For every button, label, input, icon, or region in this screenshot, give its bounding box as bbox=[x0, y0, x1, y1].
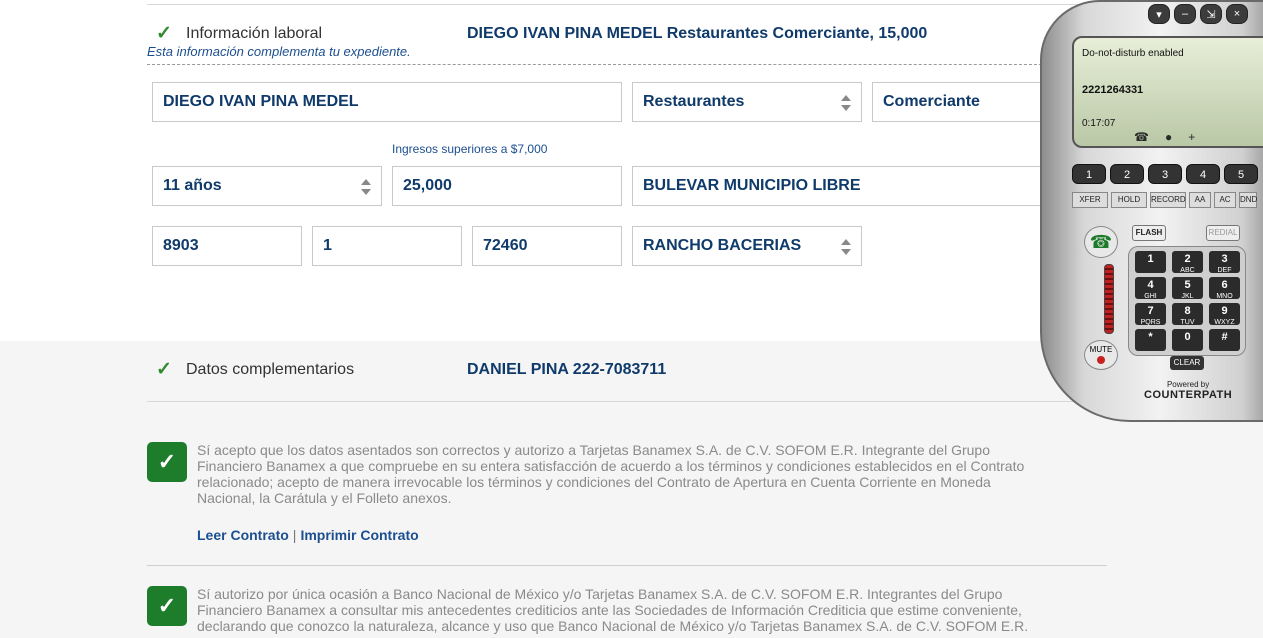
key-5[interactable]: 5 JKL bbox=[1172, 277, 1203, 300]
top-divider bbox=[147, 4, 1107, 5]
check-icon: ✓ bbox=[156, 359, 172, 380]
function-buttons: XFER HOLD RECORD AA AC DND bbox=[1072, 192, 1257, 208]
street-value: BULEVAR MUNICIPIO LIBRE bbox=[643, 177, 861, 194]
zip-value: 72460 bbox=[483, 237, 528, 254]
display-status-icons: ☎ ● + bbox=[1134, 130, 1195, 144]
voicemail-icon: ☎ bbox=[1134, 130, 1149, 144]
link-separator: | bbox=[292, 527, 297, 543]
occupation-value: Comerciante bbox=[883, 93, 980, 110]
ac-button[interactable]: AC bbox=[1214, 192, 1236, 208]
key-hash[interactable]: # bbox=[1209, 329, 1240, 351]
dial-keypad: 1 2 ABC 3 DEF 4 GHI 5 JKL 6 MNO 7 PQRS 8 TUV 9W… bbox=[1128, 246, 1246, 356]
collapse-icon[interactable]: ⇲ bbox=[1200, 4, 1222, 24]
check-icon: ✓ bbox=[156, 23, 172, 44]
contract-links: Leer Contrato | Imprimir Contrato bbox=[197, 527, 419, 543]
employer-input[interactable]: DIEGO IVAN PINA MEDEL bbox=[152, 82, 622, 122]
line-button-3[interactable]: 3 bbox=[1148, 164, 1182, 184]
checkmark-icon: ✓ bbox=[157, 593, 177, 618]
call-button[interactable]: ☎ bbox=[1084, 226, 1118, 258]
key-7[interactable]: 7 PQRS bbox=[1135, 303, 1166, 326]
select-arrows-icon bbox=[841, 239, 851, 255]
presence-icon: ● bbox=[1164, 130, 1173, 144]
dnd-status: Do-not-disturb enabled bbox=[1082, 48, 1184, 59]
seniority-select[interactable]: 11 años bbox=[152, 166, 382, 206]
seniority-value: 11 años bbox=[163, 177, 222, 194]
key-4[interactable]: 4 GHI bbox=[1135, 277, 1166, 300]
complementary-title[interactable]: Datos complementarios bbox=[186, 361, 354, 379]
divider bbox=[147, 401, 1107, 402]
close-icon[interactable]: × bbox=[1226, 4, 1248, 24]
aa-button[interactable]: AA bbox=[1189, 192, 1211, 208]
powered-by-label: Powered by bbox=[1166, 380, 1210, 389]
softphone-display: Do-not-disturb enabled 2221264331 0:17:0… bbox=[1072, 36, 1263, 148]
key-6[interactable]: 6 MNO bbox=[1209, 277, 1240, 300]
accept-terms-text: Sí acepto que los datos asentados son co… bbox=[197, 442, 1025, 506]
zip-input[interactable]: 72460 bbox=[472, 226, 622, 266]
int-number-input[interactable]: 1 bbox=[312, 226, 462, 266]
key-3[interactable]: 3 DEF bbox=[1209, 251, 1240, 274]
ext-number-input[interactable]: 8903 bbox=[152, 226, 302, 266]
credit-check-checkbox[interactable]: ✓ bbox=[147, 586, 187, 626]
mute-button[interactable]: MUTE bbox=[1084, 340, 1118, 370]
softphone-window-controls: ▾ – ⇲ × bbox=[1148, 4, 1248, 24]
volume-slider[interactable] bbox=[1104, 264, 1114, 334]
flash-button[interactable]: FLASH bbox=[1132, 225, 1166, 241]
street-input[interactable]: BULEVAR MUNICIPIO LIBRE bbox=[632, 166, 1072, 206]
industry-select[interactable]: Restaurantes bbox=[632, 82, 862, 122]
divider bbox=[147, 565, 1107, 566]
income-hint: Ingresos superiores a $7,000 bbox=[392, 142, 548, 156]
minimize-icon[interactable]: – bbox=[1174, 4, 1196, 24]
brand-label: COUNTERPATH bbox=[1144, 389, 1233, 401]
line-button-2[interactable]: 2 bbox=[1110, 164, 1144, 184]
income-value: 25,000 bbox=[403, 177, 452, 194]
select-arrows-icon bbox=[361, 179, 371, 195]
record-button[interactable]: RECORD bbox=[1150, 192, 1186, 208]
select-arrows-icon bbox=[841, 95, 851, 111]
checkmark-icon: ✓ bbox=[157, 449, 177, 474]
industry-value: Restaurantes bbox=[643, 93, 745, 110]
read-contract-link[interactable]: Leer Contrato bbox=[197, 527, 289, 543]
print-contract-link[interactable]: Imprimir Contrato bbox=[300, 527, 418, 543]
line-buttons: 1 2 3 4 5 bbox=[1072, 164, 1258, 184]
line-button-5[interactable]: 5 bbox=[1224, 164, 1258, 184]
credit-check-text: Sí autorizo por única ocasión a Banco Na… bbox=[197, 586, 1029, 634]
call-timer: 0:17:07 bbox=[1082, 118, 1116, 129]
ext-number-value: 8903 bbox=[163, 237, 199, 254]
handset-icon: ☎ bbox=[1089, 231, 1113, 252]
work-info-summary: DIEGO IVAN PINA MEDEL Restaurantes Comer… bbox=[467, 25, 928, 42]
neighborhood-select[interactable]: RANCHO BACERIAS bbox=[632, 226, 862, 266]
key-9[interactable]: 9 WXYZ bbox=[1209, 303, 1240, 326]
redial-button[interactable]: REDIAL bbox=[1206, 225, 1240, 241]
key-star[interactable]: * bbox=[1135, 329, 1166, 351]
key-0[interactable]: 0 bbox=[1172, 329, 1203, 351]
menu-dropdown-icon[interactable]: ▾ bbox=[1148, 4, 1170, 24]
dashed-divider bbox=[147, 64, 1067, 65]
work-info-title[interactable]: Información laboral bbox=[186, 25, 322, 43]
mute-led-icon bbox=[1097, 356, 1105, 364]
line-button-1[interactable]: 1 bbox=[1072, 164, 1106, 184]
clear-button[interactable]: CLEAR bbox=[1170, 356, 1204, 370]
work-info-subtitle: Esta información complementa tu expedien… bbox=[147, 44, 411, 59]
xfer-button[interactable]: XFER bbox=[1072, 192, 1108, 208]
counterpath-logo: Powered by COUNTERPATH bbox=[1144, 380, 1232, 401]
line-button-4[interactable]: 4 bbox=[1186, 164, 1220, 184]
key-2[interactable]: 2 ABC bbox=[1172, 251, 1203, 274]
key-1[interactable]: 1 bbox=[1135, 251, 1166, 273]
dialed-number: 2221264331 bbox=[1082, 84, 1144, 96]
key-8[interactable]: 8 TUV bbox=[1172, 303, 1203, 326]
dnd-button[interactable]: DND bbox=[1239, 192, 1257, 208]
accept-terms-checkbox[interactable]: ✓ bbox=[147, 442, 187, 482]
complementary-summary: DANIEL PINA 222-7083711 bbox=[467, 361, 667, 378]
contact-add-icon: + bbox=[1188, 130, 1196, 144]
employer-value: DIEGO IVAN PINA MEDEL bbox=[163, 93, 359, 110]
hold-button[interactable]: HOLD bbox=[1111, 192, 1147, 208]
income-input[interactable]: 25,000 bbox=[392, 166, 622, 206]
int-number-value: 1 bbox=[323, 237, 332, 254]
neighborhood-value: RANCHO BACERIAS bbox=[643, 237, 802, 254]
